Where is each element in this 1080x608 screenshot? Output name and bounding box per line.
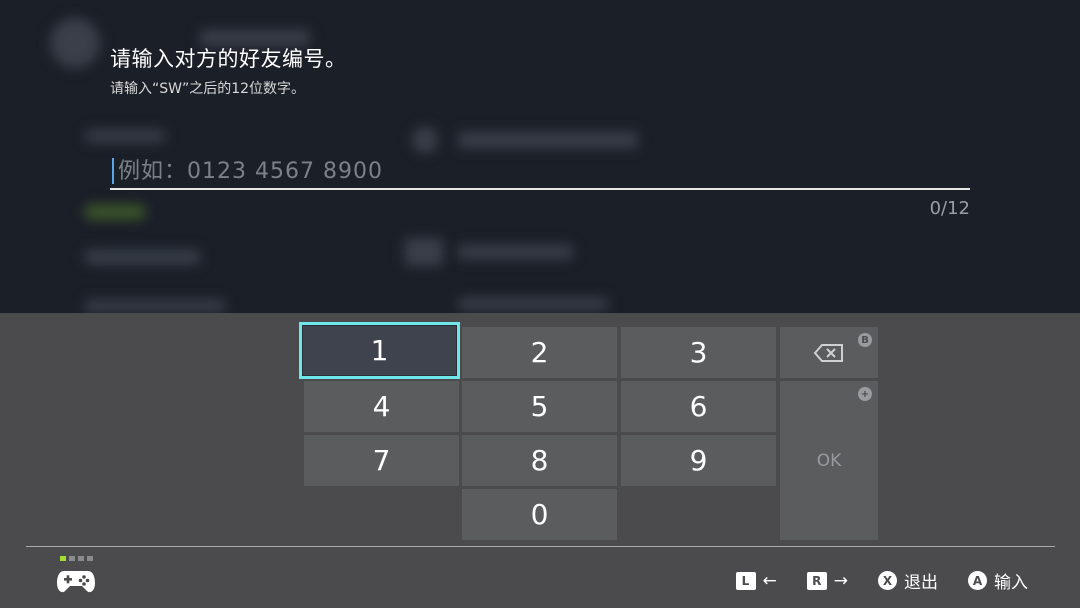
page-dot [78, 556, 84, 561]
key-4[interactable]: 4 [304, 381, 459, 432]
key-6[interactable]: 6 [621, 381, 776, 432]
dialog-subprompt: 请输入“SW”之后的12位数字。 [110, 81, 306, 97]
dialog-prompt: 请输入对方的好友编号。 [110, 47, 347, 71]
key-1[interactable]: 1 [299, 322, 460, 379]
key-5[interactable]: 5 [462, 381, 617, 432]
hint-r-right[interactable]: R → [806, 570, 848, 591]
key-2[interactable]: 2 [462, 327, 617, 378]
backspace-icon [813, 343, 843, 362]
key-9[interactable]: 9 [621, 435, 776, 486]
hint-a-enter[interactable]: A 输入 [968, 568, 1028, 593]
key-8[interactable]: 8 [462, 435, 617, 486]
controller-icon [57, 571, 95, 593]
plus-button-badge: + [858, 387, 872, 401]
hint-label: ← [762, 570, 777, 591]
backspace-button[interactable]: B [780, 327, 878, 378]
hint-label: → [833, 570, 848, 591]
ok-button[interactable]: OK + [780, 381, 878, 540]
page-indicator [60, 556, 93, 561]
key-0[interactable]: 0 [462, 489, 617, 540]
x-button-icon: X [878, 571, 897, 590]
page-dot [69, 556, 75, 561]
key-7[interactable]: 7 [304, 435, 459, 486]
hint-x-exit[interactable]: X 退出 [878, 568, 938, 593]
l-button-icon: L [735, 571, 756, 590]
page-dot [87, 556, 93, 561]
friend-code-input[interactable] [116, 154, 960, 188]
numeric-keyboard: 1 2 3 4 5 6 7 8 9 0 B OK + L ← R → X 退出 … [0, 313, 1080, 608]
button-hints: L ← R → X 退出 A 输入 [735, 568, 1028, 593]
hint-label: 输入 [994, 573, 1028, 593]
a-button-icon: A [968, 571, 987, 590]
r-button-icon: R [806, 571, 827, 590]
page-dot-active [60, 556, 66, 561]
text-caret [112, 158, 114, 184]
ok-label: OK [816, 450, 842, 471]
character-counter: 0/12 [929, 198, 970, 219]
key-3[interactable]: 3 [621, 327, 776, 378]
hint-l-left[interactable]: L ← [735, 570, 777, 591]
hint-label: 退出 [904, 573, 938, 593]
friend-code-field[interactable] [110, 152, 970, 190]
b-button-badge: B [858, 333, 872, 347]
footer-divider [26, 546, 1055, 547]
